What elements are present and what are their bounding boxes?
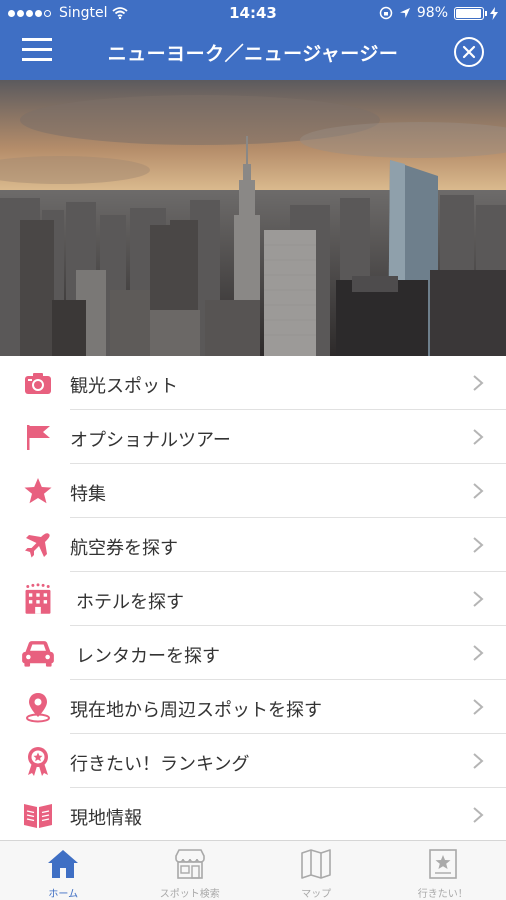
menu-item-label: 特集 xyxy=(70,484,106,505)
location-pin-icon xyxy=(26,693,50,723)
chevron-right-icon xyxy=(473,591,484,607)
hamburger-icon[interactable] xyxy=(22,38,52,62)
nav-header: ニューヨーク／ニュージャージー xyxy=(0,26,506,80)
chevron-right-icon xyxy=(473,645,484,661)
tab-label: ホーム xyxy=(48,889,79,900)
chevron-right-icon xyxy=(473,429,484,445)
tab-label: 行きたい！ xyxy=(417,889,468,900)
menu-item-label: 現地情報 xyxy=(70,808,142,829)
tab-spot-search[interactable]: スポット検索 xyxy=(127,841,254,900)
battery-icon xyxy=(454,6,487,20)
hotel-icon xyxy=(25,583,51,614)
home-icon xyxy=(48,850,79,878)
menu-item-label: レンタカーを探す xyxy=(76,646,220,667)
flag-icon xyxy=(27,425,50,450)
shop-icon xyxy=(174,849,205,879)
star-list-icon xyxy=(428,849,457,879)
battery-percent: 98% xyxy=(416,5,448,21)
status-bar: Singtel 14:43 98% xyxy=(0,0,506,26)
tab-label: マップ xyxy=(301,889,332,900)
menu-item-label: 観光スポット xyxy=(70,376,178,397)
menu-item-features[interactable]: 特集 xyxy=(0,464,506,518)
menu-item-sightseeing[interactable]: 観光スポット xyxy=(0,356,506,410)
menu-item-hotels[interactable]: ホテルを探す xyxy=(0,572,506,626)
menu-item-label: 航空券を探す xyxy=(70,538,178,559)
menu-item-ranking[interactable]: 行きたい！ランキング xyxy=(0,734,506,788)
menu-item-rental-car[interactable]: レンタカーを探す xyxy=(0,626,506,680)
main-menu: 観光スポット オプショナルツアー 特集 航空券を探す ホテルを探す レンタカーを… xyxy=(0,356,506,842)
ranking-badge-icon xyxy=(28,747,48,776)
menu-item-label: ホテルを探す xyxy=(76,592,184,613)
chevron-right-icon xyxy=(473,537,484,553)
menu-item-local-info[interactable]: 現地情報 xyxy=(0,788,506,842)
rotation-lock-icon xyxy=(379,6,393,20)
menu-item-label: 行きたい！ランキング xyxy=(70,754,250,775)
bottom-tab-bar: ホーム スポット検索 マップ 行きたい！ xyxy=(0,840,506,900)
car-icon xyxy=(22,641,54,667)
hero-skyline-image xyxy=(0,80,506,356)
page-title: ニューヨーク／ニュージャージー xyxy=(107,43,399,65)
status-right: 98% xyxy=(379,5,498,21)
menu-item-optional-tour[interactable]: オプショナルツアー xyxy=(0,410,506,464)
menu-item-label: オプショナルツアー xyxy=(70,430,231,451)
chevron-right-icon xyxy=(473,375,484,391)
close-circle-icon[interactable] xyxy=(454,37,484,67)
chevron-right-icon xyxy=(473,807,484,823)
location-arrow-icon xyxy=(399,8,410,18)
tab-want-to-go[interactable]: 行きたい！ xyxy=(380,841,506,900)
airplane-icon xyxy=(25,533,50,558)
book-icon xyxy=(24,804,52,828)
chevron-right-icon xyxy=(473,753,484,769)
chevron-right-icon xyxy=(473,483,484,499)
menu-item-flights[interactable]: 航空券を探す xyxy=(0,518,506,572)
charging-bolt-icon xyxy=(490,6,498,20)
camera-icon xyxy=(25,373,51,394)
map-icon xyxy=(301,849,332,879)
chevron-right-icon xyxy=(473,699,484,715)
tab-label: スポット検索 xyxy=(159,889,220,900)
top-bar: Singtel 14:43 98% ニューヨーク／ニュージャージー xyxy=(0,0,506,80)
tab-home[interactable]: ホーム xyxy=(0,841,127,900)
menu-item-nearby-spots[interactable]: 現在地から周辺スポットを探す xyxy=(0,680,506,734)
tab-map[interactable]: マップ xyxy=(253,841,380,900)
menu-item-label: 現在地から周辺スポットを探す xyxy=(70,700,322,721)
star-icon xyxy=(24,478,52,504)
